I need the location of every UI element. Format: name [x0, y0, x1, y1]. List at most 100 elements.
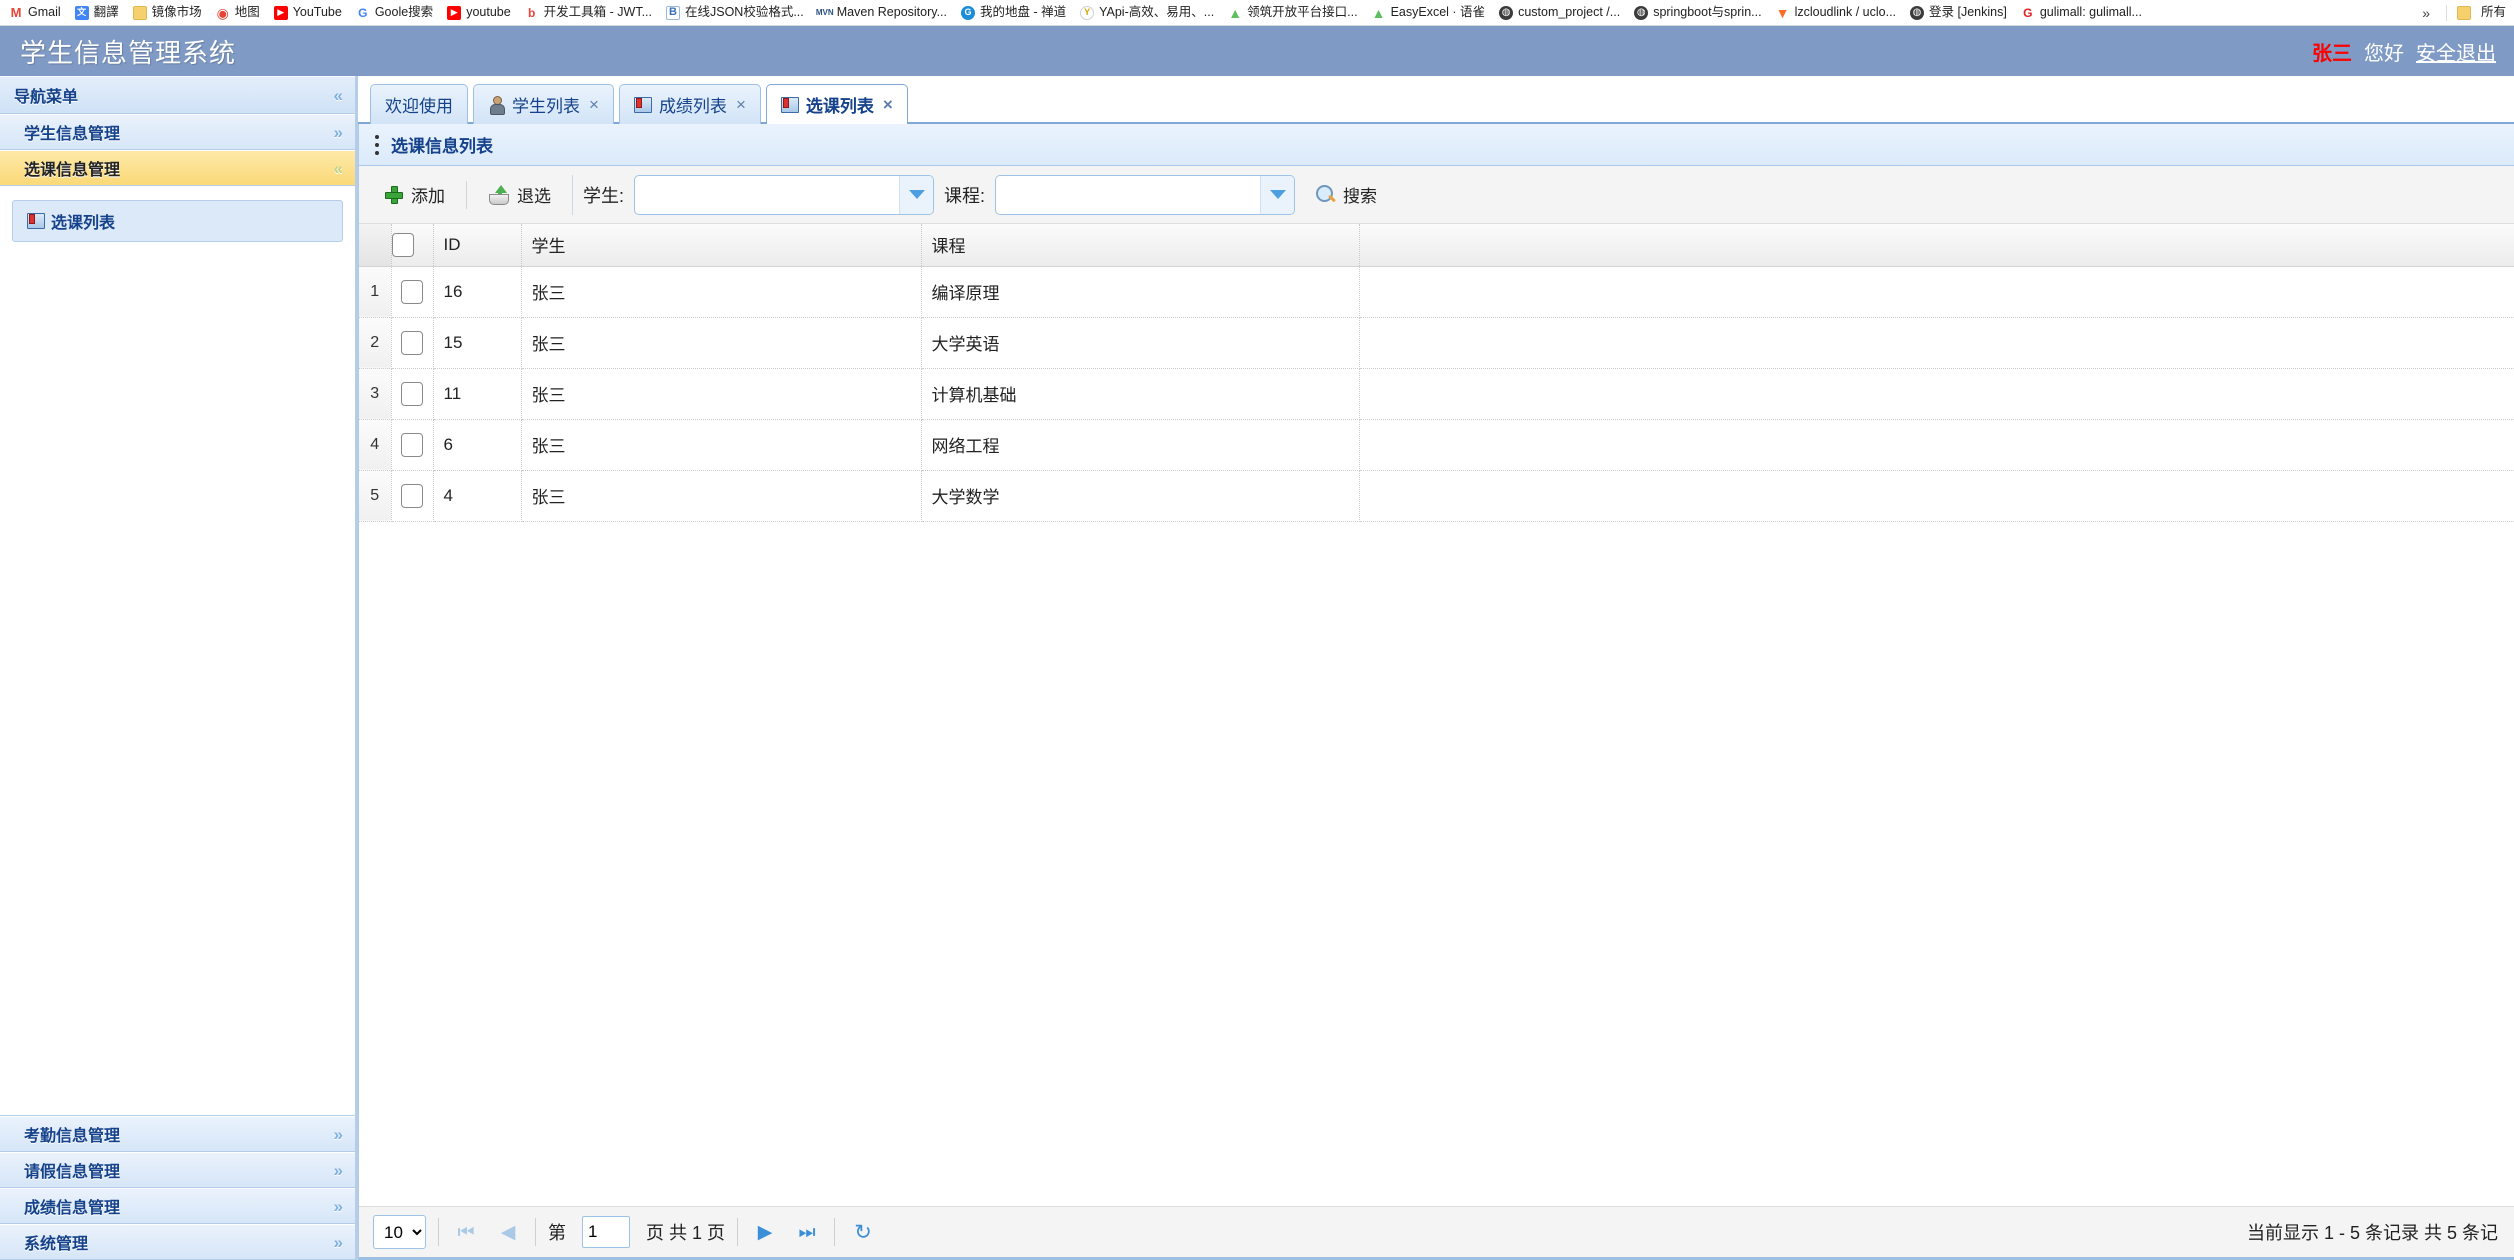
student-filter-input[interactable] [635, 175, 900, 214]
bookmark-item[interactable]: ▲ EasyExcel · 语雀 [1365, 2, 1492, 24]
column-header-student[interactable]: 学生 [521, 224, 922, 267]
data-grid-container: ID 学生 课程 1 16 张三 编译原理 2 15 张三 大学英语 3 11 张三 计算机基础 4 6 张… [359, 224, 2514, 1206]
book-icon [780, 96, 799, 113]
row-number-header [359, 224, 392, 267]
chevron-down-icon[interactable]: » [334, 1126, 343, 1143]
chevron-down-icon[interactable]: » [334, 1234, 343, 1251]
row-checkbox[interactable] [401, 381, 423, 406]
bookmark-item[interactable]: 文翻譯 [68, 2, 126, 24]
row-checkbox[interactable] [401, 483, 423, 508]
table-row[interactable]: 1 16 张三 编译原理 [359, 266, 2514, 318]
nav-menu-title-bar[interactable]: 导航菜单 « [0, 76, 355, 114]
table-row[interactable]: 5 4 张三 大学数学 [359, 470, 2514, 522]
row-checkbox[interactable] [401, 432, 423, 457]
add-button[interactable]: 添加 [373, 177, 456, 212]
row-select-cell[interactable] [391, 470, 434, 522]
bookmark-item[interactable]: ▼ lzcloudlink / uclo... [1769, 2, 1903, 24]
sidebar-group-score[interactable]: 成绩信息管理 » [0, 1188, 355, 1224]
all-bookmarks-folder-icon[interactable] [2456, 5, 2471, 20]
yuque-icon: ▲ [1228, 4, 1243, 21]
search-button[interactable]: 搜索 [1305, 177, 1388, 212]
row-select-cell[interactable] [391, 368, 434, 420]
chevron-up-icon[interactable]: « [334, 160, 343, 177]
bookmark-label: 翻譯 [93, 5, 119, 20]
close-icon[interactable]: × [736, 96, 746, 113]
bookmark-item[interactable]: 镜像市场 [126, 2, 209, 24]
sidebar-item-course-list[interactable]: 选课列表 [12, 200, 343, 242]
page-size-select[interactable]: 10203050 [373, 1215, 426, 1249]
row-select-cell[interactable] [391, 317, 434, 369]
cell-course: 计算机基础 [921, 368, 1360, 420]
row-select-cell[interactable] [391, 266, 434, 318]
sidebar-group-label: 选课信息管理 [24, 162, 121, 179]
folder-icon [132, 5, 147, 20]
collapse-sidebar-icon[interactable]: « [334, 87, 343, 104]
chevron-down-icon[interactable]: » [334, 1198, 343, 1215]
bookmark-item[interactable]: ◉ 地图 [209, 2, 267, 24]
student-filter-combobox[interactable] [634, 174, 935, 215]
bookmark-item[interactable]: MVN Maven Repository... [811, 2, 954, 24]
table-row[interactable]: 4 6 张三 网络工程 [359, 419, 2514, 471]
bookmark-item[interactable]: b 开发工具箱 - JWT... [518, 2, 659, 24]
tab-4[interactable]: 选课列表 × [765, 84, 908, 124]
drop-course-button[interactable]: 退选 [477, 177, 562, 212]
tab-2[interactable]: 学生列表 × [473, 84, 614, 124]
add-button-label: 添加 [411, 187, 445, 206]
book-icon [633, 96, 652, 113]
select-all-header[interactable] [391, 224, 434, 267]
row-select-cell[interactable] [391, 419, 434, 471]
panel-header: 选课信息列表 [359, 124, 2514, 166]
chevron-down-icon[interactable] [1260, 175, 1295, 214]
panel-title: 选课信息列表 [391, 137, 493, 156]
sidebar-group-attendance[interactable]: 考勤信息管理 » [0, 1116, 355, 1152]
bookmark-item[interactable]: ▶ youtube [440, 2, 517, 24]
bookmark-item[interactable]: ◍ 登录 [Jenkins] [1903, 2, 2014, 24]
course-filter-input[interactable] [996, 175, 1261, 214]
first-page-button[interactable]: ⏮ [451, 1217, 481, 1247]
row-checkbox[interactable] [401, 279, 423, 304]
cell-id: 4 [433, 470, 522, 522]
chevron-down-icon[interactable] [899, 175, 934, 214]
sidebar-group-student-info[interactable]: 学生信息管理 » [0, 114, 355, 150]
browser-bookmark-bar: M Gmail 文翻譯 镜像市场 ◉ 地图 ▶ YouTube G Goole搜索 ▶ youtube… [0, 0, 2514, 26]
bookmark-item[interactable]: G 我的地盘 - 禅道 [954, 2, 1073, 24]
tab-3[interactable]: 成绩列表 × [618, 84, 761, 124]
row-checkbox[interactable] [401, 330, 423, 355]
sidebar-group-leave[interactable]: 请假信息管理 » [0, 1152, 355, 1188]
drag-handle-icon[interactable] [375, 134, 379, 155]
close-icon[interactable]: × [883, 96, 893, 113]
chevron-down-icon[interactable]: » [334, 124, 343, 141]
close-icon[interactable]: × [589, 96, 599, 113]
bookmark-item[interactable]: ▲ 领筑开放平台接口... [1221, 2, 1364, 24]
bookmark-item[interactable]: B 在线JSON校验格式... [659, 2, 811, 24]
bookmark-item[interactable]: M Gmail [2, 2, 68, 24]
refresh-icon[interactable]: ↻ [847, 1216, 879, 1248]
column-header-id[interactable]: ID [433, 224, 522, 267]
all-bookmarks-label[interactable]: 所有 [2481, 6, 2506, 19]
tab-1[interactable]: 欢迎使用 [370, 84, 468, 124]
bookmark-item[interactable]: Y YApi-高效、易用、... [1073, 2, 1221, 24]
course-filter-label: 课程: [944, 185, 986, 206]
bookmark-item[interactable]: Ggulimall: gulimall... [2014, 2, 2149, 24]
sidebar-group-course-selection[interactable]: 选课信息管理 « [0, 150, 355, 186]
cell-id: 16 [433, 266, 522, 318]
select-all-checkbox[interactable] [391, 232, 414, 257]
course-filter-combobox[interactable] [995, 174, 1296, 215]
bookmark-item[interactable]: ◍ custom_project /... [1492, 2, 1627, 24]
sidebar-group-system[interactable]: 系统管理 » [0, 1224, 355, 1260]
page-number-input[interactable] [582, 1216, 630, 1248]
current-user-name: 张三 [2312, 42, 2352, 65]
bookmark-item[interactable]: ▶ YouTube [267, 2, 349, 24]
last-page-button[interactable]: ⏭ [792, 1217, 822, 1247]
next-page-button[interactable]: ▶ [750, 1217, 780, 1247]
bookmark-item[interactable]: ◍ springboot与sprin... [1627, 2, 1768, 24]
table-row[interactable]: 2 15 张三 大学英语 [359, 317, 2514, 369]
logout-link[interactable]: 安全退出 [2416, 37, 2496, 66]
chevron-down-icon[interactable]: » [334, 1162, 343, 1179]
sidebar: 导航菜单 « 学生信息管理 » 选课信息管理 « 选课列表 考勤信息管理 » 请… [0, 76, 358, 1260]
bookmark-item[interactable]: G Goole搜索 [349, 2, 440, 24]
previous-page-button[interactable]: ◀ [493, 1217, 523, 1247]
bookmark-overflow-chevron-icon[interactable]: » [2416, 5, 2436, 21]
column-header-course[interactable]: 课程 [921, 224, 1360, 267]
table-row[interactable]: 3 11 张三 计算机基础 [359, 368, 2514, 420]
